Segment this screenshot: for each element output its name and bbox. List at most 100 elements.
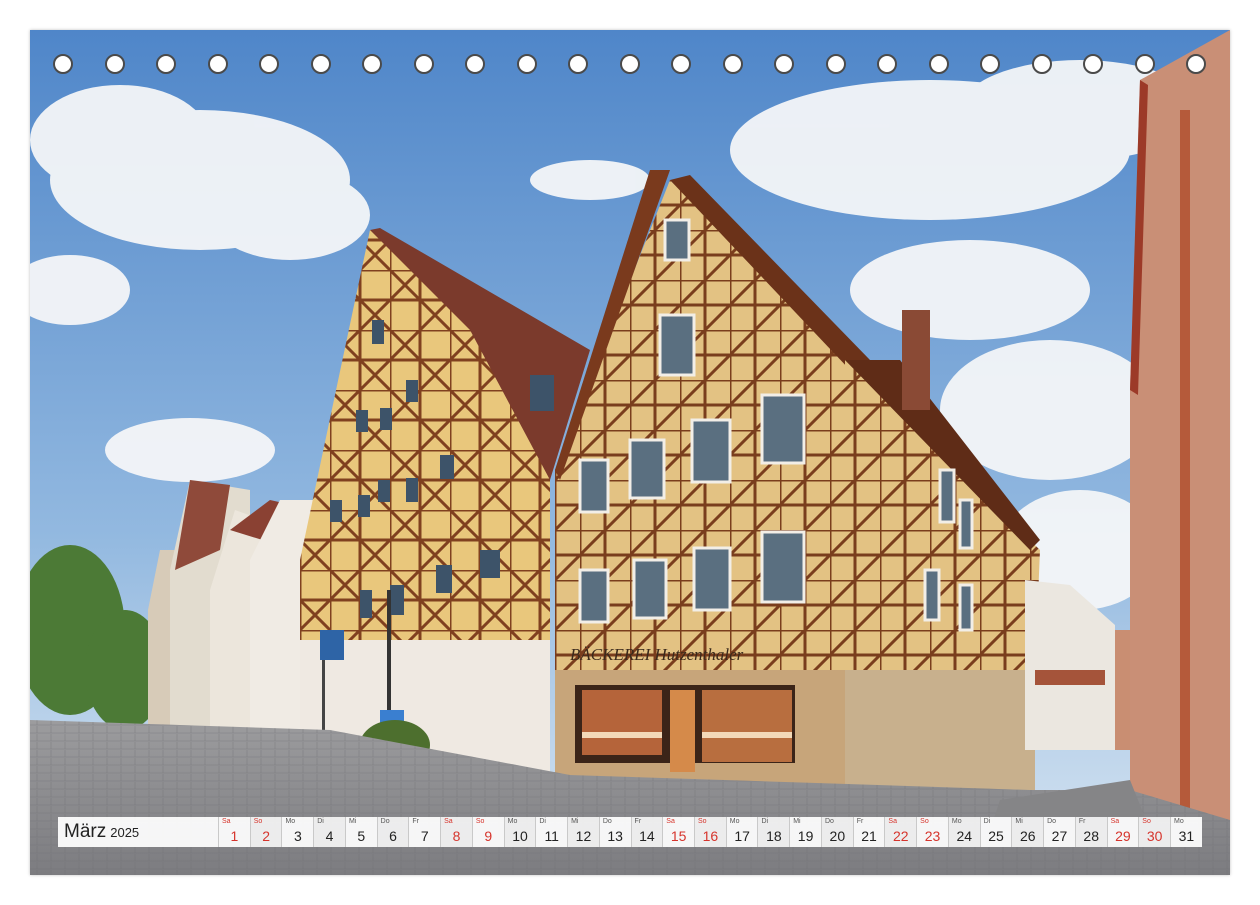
binding-hole: [928, 54, 949, 74]
day-cell: Fr 7: [408, 817, 440, 847]
weekday-label: Mo: [1174, 818, 1184, 825]
binding-hole: [825, 54, 846, 74]
weekday-label: So: [920, 818, 929, 825]
day-cells: Sa 1 So 2 Mo 3 Di 4 Mi 5 Do 6 Fr 7 Sa 8 So 9 Mo 10 Di 11 Mi 12 D…: [218, 817, 1202, 847]
weekday-label: So: [698, 818, 707, 825]
day-cell: Do 20: [820, 817, 853, 847]
binding-hole: [413, 54, 434, 74]
day-cell: Fr 28: [1074, 817, 1107, 847]
weekday-label: Do: [824, 818, 834, 825]
day-number: 14: [639, 828, 655, 844]
day-cell: Do 27: [1043, 817, 1075, 847]
weekday-label: Sa: [444, 818, 453, 825]
day-number: 20: [829, 828, 846, 844]
day-cell: Mi 5: [344, 817, 377, 847]
day-cell: Do 13: [598, 817, 631, 847]
weekday-label: Mi: [348, 818, 357, 825]
weekday-label: Fr: [856, 818, 864, 825]
weekday-label: Mi: [1015, 818, 1023, 825]
day-cell: Di 4: [313, 817, 345, 847]
weekday-label: Di: [983, 818, 991, 825]
weekday-label: Fr: [1078, 818, 1086, 825]
day-number: 2: [262, 828, 270, 844]
weekday-label: Do: [1047, 818, 1057, 825]
weekday-label: Di: [761, 818, 769, 825]
photo-half-timbered-street: BÄCKEREI Hutzenthaler: [30, 30, 1230, 875]
binding-hole: [362, 54, 382, 74]
day-cell: So 16: [694, 817, 726, 847]
weekday-label: Mi: [793, 818, 801, 825]
weekday-label: So: [253, 818, 263, 825]
day-number: 25: [988, 828, 1004, 844]
binding-hole: [259, 54, 279, 74]
weekday-label: Mo: [285, 818, 296, 825]
day-number: 19: [797, 828, 814, 844]
calendar-page: BÄCKEREI Hutzenthaler März 2025 Sa 1 So 2 Mo…: [30, 30, 1230, 875]
weekday-label: Mo: [729, 818, 740, 825]
day-number: 3: [293, 828, 302, 844]
day-cell: Sa 15: [662, 817, 694, 847]
binding-hole: [156, 54, 176, 74]
month-label: März 2025: [58, 817, 218, 847]
binding-hole: [1134, 54, 1155, 74]
day-cell: Fr 21: [852, 817, 885, 847]
year: 2025: [110, 824, 140, 840]
day-number: 21: [861, 828, 877, 844]
shop-sign: BÄCKEREI Hutzenthaler: [570, 645, 744, 664]
day-cell: Fr 14: [630, 817, 663, 847]
day-cell: Mi 19: [789, 817, 821, 847]
day-cell: Sa 29: [1106, 817, 1139, 847]
day-number: 28: [1083, 828, 1099, 844]
day-cell: Mo 10: [503, 817, 536, 847]
day-number: 31: [1178, 828, 1195, 844]
day-number: 11: [544, 828, 559, 844]
weekday-label: So: [475, 818, 485, 825]
day-cell: So 9: [471, 817, 504, 847]
day-cell: Mi 12: [567, 817, 599, 847]
binding-hole: [877, 54, 897, 74]
weekday-label: Do: [380, 818, 390, 825]
day-cell: Sa 22: [884, 817, 917, 847]
day-cell: Sa 8: [440, 817, 472, 847]
day-cell: Di 25: [979, 817, 1012, 847]
binding-hole: [207, 54, 228, 74]
day-cell: Mo 3: [281, 817, 313, 847]
day-cell: Di 11: [535, 817, 567, 847]
binding-hole: [310, 54, 331, 74]
day-cell: Mo 17: [725, 817, 758, 847]
day-number: 5: [357, 828, 366, 844]
weekday-label: Mo: [951, 818, 962, 825]
day-cell: So 2: [249, 817, 282, 847]
weekday-label: Sa: [1110, 818, 1120, 825]
binding-hole: [980, 54, 1000, 74]
binding-hole: [53, 54, 73, 74]
weekday-label: So: [1142, 818, 1151, 825]
binding-hole: [465, 54, 485, 74]
weekday-label: Mo: [507, 818, 518, 825]
day-number: 4: [325, 828, 334, 844]
day-number: 1: [230, 828, 239, 844]
day-cell: Mo 24: [947, 817, 980, 847]
day-number: 13: [607, 828, 623, 844]
day-cell: So 23: [916, 817, 948, 847]
day-number: 9: [484, 828, 493, 844]
binding-hole: [516, 54, 537, 74]
day-number: 23: [924, 828, 941, 844]
weekday-label: Sa: [666, 818, 675, 825]
binding-hole: [104, 54, 125, 74]
day-number: 12: [575, 828, 592, 844]
day-number: 18: [766, 828, 782, 844]
binding-hole: [619, 54, 640, 74]
weekday-label: Fr: [634, 818, 642, 825]
binding-hole: [1186, 54, 1206, 74]
day-number: 6: [389, 828, 397, 844]
binding-hole: [722, 54, 743, 74]
binding-hole: [671, 54, 691, 74]
weekday-label: Sa: [222, 818, 231, 825]
day-number: 24: [956, 828, 973, 844]
month-name: März: [64, 821, 107, 842]
weekday-label: Fr: [412, 818, 420, 825]
weekday-label: Di: [317, 818, 324, 825]
day-number: 7: [420, 828, 429, 844]
day-number: 17: [734, 828, 750, 844]
